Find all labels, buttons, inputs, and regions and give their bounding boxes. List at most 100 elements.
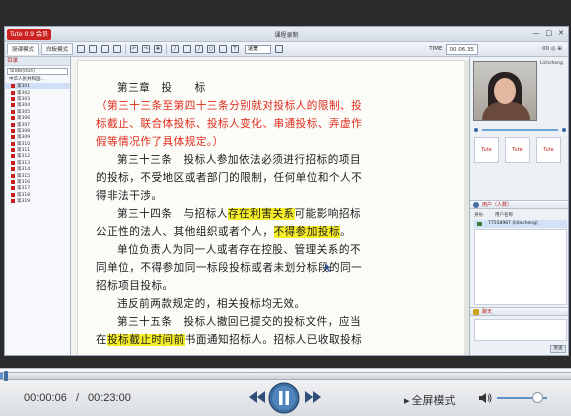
volume-icon[interactable] bbox=[478, 392, 492, 404]
maximize-icon[interactable]: □ bbox=[546, 29, 553, 37]
text-segment: 公正性的法人、其他组织或者个人， bbox=[96, 226, 274, 238]
video-face-shape bbox=[494, 78, 516, 104]
video-volume-control[interactable] bbox=[474, 127, 566, 133]
grid-icon[interactable] bbox=[275, 45, 284, 53]
teacher-role-icon bbox=[477, 222, 482, 226]
sidebar-page-label: 第302 bbox=[17, 90, 31, 96]
user-col-role: 身份 bbox=[474, 213, 483, 218]
time-separator: / bbox=[76, 392, 80, 404]
zoom-select[interactable]: 适宽 bbox=[245, 44, 272, 54]
document-line: 假等情况作了具体规定。） bbox=[96, 133, 464, 151]
minimize-icon[interactable]: — bbox=[533, 29, 540, 37]
redo-icon[interactable]: ↷ bbox=[142, 45, 151, 53]
page-icon bbox=[11, 192, 15, 197]
fullscreen-button[interactable]: ▸ 全屏模式 bbox=[404, 392, 456, 408]
tab-whiteboard-mode[interactable]: 白板模式 bbox=[41, 43, 74, 55]
progress-bar[interactable] bbox=[0, 371, 571, 381]
highlighted-text: 存在利害关系 bbox=[227, 208, 295, 220]
page-icon bbox=[11, 199, 15, 204]
pen-icon[interactable]: / bbox=[171, 45, 180, 53]
document-line: 得非法干涉。 bbox=[96, 187, 464, 205]
sidebar-page-item[interactable]: 第319 bbox=[5, 198, 70, 204]
fast-forward-icon[interactable] bbox=[304, 390, 322, 404]
tool-button-1[interactable]: Tute bbox=[474, 137, 499, 163]
highlighted-text: 投标截止时间前 bbox=[107, 334, 185, 346]
right-status-icons[interactable]: 00 ◎ ⊞ bbox=[542, 44, 562, 55]
user-col-name: 用户名称 bbox=[495, 213, 513, 218]
cursor-icon bbox=[325, 264, 331, 272]
text-segment: 招标项目投标。 bbox=[96, 280, 174, 292]
text-segment: 第三十四条 与招标人 bbox=[117, 208, 228, 220]
sidebar-page-label: 第309 bbox=[17, 135, 31, 141]
chat-header: 聊天 bbox=[470, 307, 568, 316]
slide-selector[interactable]: Slide(ous) bbox=[7, 68, 68, 75]
tab-teaching-mode[interactable]: 授课模式 bbox=[7, 43, 40, 55]
pause-button[interactable] bbox=[268, 382, 300, 414]
sidebar-page-label: 第315 bbox=[17, 173, 31, 179]
interaction-tools: Tute Tute Tute bbox=[474, 137, 561, 163]
tool-button-3[interactable]: Tute bbox=[536, 137, 561, 163]
page-icon bbox=[11, 90, 15, 95]
sidebar-page-label: 第301 bbox=[17, 84, 31, 90]
text-segment: 书面通知招标人。招标人已收取投标 bbox=[184, 334, 363, 346]
document-line: 在投标截止时间前书面通知招标人。招标人已收取投标 bbox=[96, 331, 464, 349]
text-segment: 单位负责人为同一人或者存在控股、管理关系的不 bbox=[117, 244, 362, 256]
document-page[interactable]: 第三章 投 标 （第三十三条至第四十三条分别就对投标人的限制、投 标截止、联合体投标… bbox=[77, 60, 465, 355]
toolbar: 授课模式 白板模式 ↶ ↷ ✥ / / ○ T 适宽 TIME 00.06.35… bbox=[5, 42, 568, 57]
sidebar-page-label: 第312 bbox=[17, 154, 31, 160]
document-line: 第三章 投 标 bbox=[96, 79, 464, 97]
new-page-icon[interactable] bbox=[77, 45, 86, 53]
page-icon bbox=[11, 167, 15, 172]
page-sidebar: 目录 Slide(ous) 中华人民共和国... 第301 第302 第303 第30… bbox=[5, 57, 71, 355]
text-segment: （第三十三条至第四十三条分别就对投标人的限制、投 bbox=[96, 100, 363, 112]
line-icon[interactable]: / bbox=[195, 45, 204, 53]
send-button[interactable]: 发送 bbox=[550, 345, 566, 353]
volume-knob[interactable] bbox=[532, 392, 543, 403]
document-line: 第三十三条 投标人参加依法必须进行招标的项目 bbox=[96, 151, 464, 169]
page-icon bbox=[11, 116, 15, 121]
open-file-icon[interactable] bbox=[89, 45, 98, 53]
move-icon[interactable]: ✥ bbox=[154, 45, 163, 53]
rewind-icon[interactable] bbox=[248, 390, 266, 404]
document-line: 标截止、联合体投标、投标人变化、串通投标、弄虚作 bbox=[96, 115, 464, 133]
text-segment: 标截止、联合体投标、投标人变化、串通投标、弄虚作 bbox=[96, 118, 363, 130]
tool-button-2[interactable]: Tute bbox=[505, 137, 530, 163]
text-segment: 违反前两款规定的，相关投标均无效。 bbox=[117, 298, 306, 310]
page-icon bbox=[11, 128, 15, 133]
save-icon[interactable] bbox=[101, 45, 110, 53]
text-icon[interactable]: T bbox=[231, 45, 240, 53]
right-panel: Lichcheng Tute Tute Tute 用户（人数） 身份 用户名称 bbox=[469, 57, 568, 355]
page-icon bbox=[11, 186, 15, 191]
sidebar-page-label: 第318 bbox=[17, 192, 31, 198]
speaker-icon[interactable] bbox=[562, 128, 566, 132]
window-controls: — □ ✕ bbox=[533, 29, 565, 37]
microphone-icon[interactable] bbox=[474, 128, 478, 132]
sidebar-page-label: 第314 bbox=[17, 167, 31, 173]
page-list: 第301 第302 第303 第304 第305 第306 第307 第308 第309 第310… bbox=[5, 83, 70, 204]
undo-icon[interactable]: ↶ bbox=[130, 45, 139, 53]
page-icon bbox=[11, 173, 15, 178]
volume-slider[interactable] bbox=[482, 129, 558, 131]
chat-messages[interactable] bbox=[474, 319, 567, 341]
document-line: 同单位，不得参加同一标段投标或者未划分标段的同一 bbox=[96, 259, 464, 277]
document-line: 违反前两款规定的，相关投标均无效。 bbox=[96, 295, 464, 313]
highlighted-text: 不得参加投标 bbox=[273, 226, 341, 238]
sidebar-page-label: 第319 bbox=[17, 199, 31, 205]
user-row[interactable]: 77558987 (lidecheng) bbox=[474, 220, 567, 228]
document-line: 单位负责人为同一人或者存在控股、管理关系的不 bbox=[96, 241, 464, 259]
print-icon[interactable] bbox=[113, 45, 122, 53]
page-icon bbox=[11, 154, 15, 159]
eraser-icon[interactable] bbox=[219, 45, 228, 53]
page-icon bbox=[11, 135, 15, 140]
sidebar-header: 目录 bbox=[5, 57, 70, 66]
shape-icon[interactable]: ○ bbox=[207, 45, 216, 53]
progress-handle[interactable] bbox=[4, 371, 8, 381]
sidebar-page-label: 第310 bbox=[17, 141, 31, 147]
highlighter-icon[interactable] bbox=[183, 45, 192, 53]
page-icon bbox=[11, 109, 15, 114]
page-icon bbox=[11, 148, 15, 153]
time-value: 00.06.35 bbox=[445, 44, 478, 55]
close-icon[interactable]: ✕ bbox=[558, 29, 564, 37]
document-line: 招标项目投标。 bbox=[96, 277, 464, 295]
text-segment: 可能影响招标 bbox=[294, 208, 362, 220]
